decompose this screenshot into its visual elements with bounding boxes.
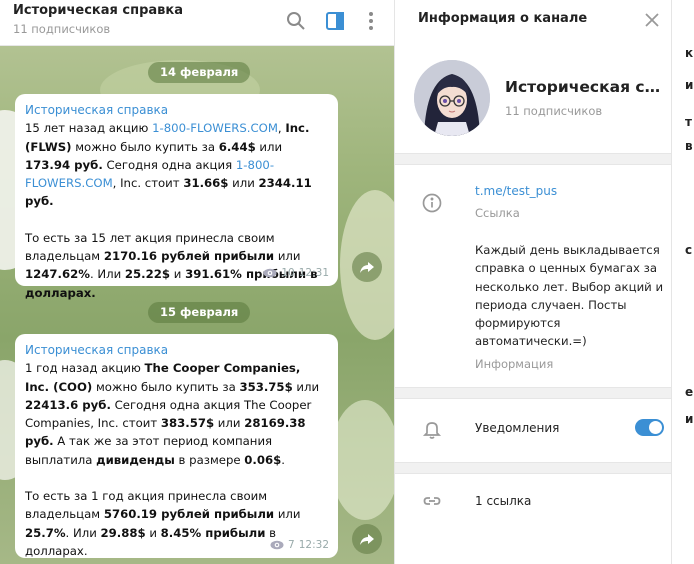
chat-subscribers: 11 подписчиков (13, 22, 111, 36)
bell-icon (421, 418, 443, 440)
more-vertical-icon[interactable] (359, 9, 383, 33)
info-panel-title: Информация о канале (418, 11, 588, 26)
notifications-label: Уведомления (475, 421, 560, 435)
text-run: 15 лет назад акцию (25, 121, 153, 136)
cutoff-text: и (685, 78, 694, 92)
text-run: можно было купить за (71, 139, 219, 154)
bold-text: 29.88$ (100, 525, 146, 540)
channel-avatar[interactable] (414, 60, 490, 136)
channel-description: Каждый день выкладывается справка о ценн… (475, 243, 664, 349)
message-author[interactable]: Историческая справка (25, 101, 328, 119)
channel-info-panel: Информация о канале Историческая справка… (394, 0, 672, 564)
search-icon[interactable] (284, 9, 308, 33)
chat-header: Историческая справка 11 подписчиков (0, 0, 394, 46)
message-text-paragraph: 15 лет назад акцию 1-800-FLOWERS.COM , In… (25, 119, 328, 210)
bold-text: 5760.19 рублей прибыли (103, 507, 275, 522)
message-time: 12:32 (298, 538, 329, 551)
message-meta: 7 12:32 (270, 536, 329, 554)
bold-text: 31.66$ (183, 176, 229, 191)
section-divider (395, 153, 672, 165)
shared-links-count[interactable]: 1 ссылка (475, 494, 531, 508)
share-arrow-icon (360, 262, 374, 273)
date-separator: 15 февраля (148, 302, 251, 323)
inline-link[interactable]: 1-800-FLOWERS.COM (152, 121, 278, 135)
bold-text: 173.94 руб. (25, 157, 103, 172)
text-run: и (170, 267, 186, 282)
chat-title[interactable]: Историческая справка (13, 3, 183, 18)
share-button[interactable] (352, 524, 382, 554)
cutoff-text: с (685, 243, 693, 257)
bold-text: 6.44$ (218, 139, 256, 154)
notifications-toggle[interactable] (635, 419, 664, 436)
text-run: . Или (89, 267, 125, 282)
bold-text: 2170.16 рублей прибыли (103, 249, 275, 264)
bold-text: 0.06$ (244, 452, 282, 467)
share-arrow-icon (360, 534, 374, 545)
share-button[interactable] (352, 252, 382, 282)
cutoff-text: и (685, 412, 694, 426)
channel-name: Историческая справка (505, 78, 665, 96)
text-run: или (255, 139, 283, 154)
text-run: , Inc. стоит (112, 176, 184, 191)
date-separator: 14 февраля (148, 62, 251, 83)
text-run: 1 год назад акцию (25, 361, 145, 376)
cutoff-text: т (685, 115, 692, 129)
message-bubble[interactable]: Историческая справка 15 лет назад акцию … (15, 94, 338, 300)
message-author[interactable]: Историческая справка (25, 341, 328, 359)
bold-text: 383.57$ (160, 416, 215, 431)
background-flower (330, 400, 394, 520)
side-panel-icon[interactable] (323, 9, 347, 33)
bold-text: 22413.6 руб. (25, 397, 111, 412)
text-run: или (228, 176, 259, 191)
text-run: или (274, 507, 301, 522)
bold-text: 25.7% (25, 525, 66, 540)
bold-text: 25.22$ (124, 267, 171, 282)
text-run: или (274, 249, 301, 264)
text-run: в размере (174, 452, 245, 467)
message-bubble[interactable]: Историческая справка 1 год назад акцию T… (15, 334, 338, 558)
section-divider (395, 387, 672, 399)
info-circle-icon (421, 192, 443, 214)
views-count: 10 (281, 266, 295, 279)
text-run: . (281, 452, 285, 467)
bold-text: 1247.62% (25, 267, 90, 282)
channel-link[interactable]: t.me/test_pus (475, 184, 557, 198)
section-divider (395, 462, 672, 474)
chat-panel: Историческая справка 11 подписчиков 14 ф… (0, 0, 394, 564)
text-run: Сегодня одна акция (102, 157, 236, 172)
info-header: Информация о канале (395, 0, 672, 40)
toggle-knob (649, 421, 662, 434)
text-run: или (214, 416, 245, 431)
channel-subscribers: 11 подписчиков (505, 104, 603, 118)
channel-link-label: Ссылка (475, 206, 520, 220)
views-count: 7 (288, 538, 295, 551)
text-run: можно было купить за (92, 379, 240, 394)
bold-text: 8.45% прибыли (160, 525, 266, 540)
views-eye-icon (263, 268, 277, 278)
text-run: или (292, 379, 320, 394)
cutoff-text: е (685, 385, 694, 399)
message-meta: 10 12:31 (263, 264, 329, 282)
cutoff-text: к (685, 46, 694, 60)
close-icon[interactable] (641, 9, 663, 31)
text-run: . Или (65, 525, 101, 540)
channel-description-label: Информация (475, 357, 554, 371)
views-eye-icon (270, 540, 284, 550)
bold-text: 353.75$ (239, 379, 293, 394)
text-run: и (145, 525, 161, 540)
message-text-paragraph: 1 год назад акцию The Cooper Companies, … (25, 359, 328, 469)
cutoff-text: в (685, 139, 693, 153)
message-time: 12:31 (298, 266, 329, 279)
bold-text: дивиденды (96, 452, 175, 467)
cutoff-content-strip: к и т в с е и (671, 0, 694, 564)
link-icon (421, 490, 443, 512)
